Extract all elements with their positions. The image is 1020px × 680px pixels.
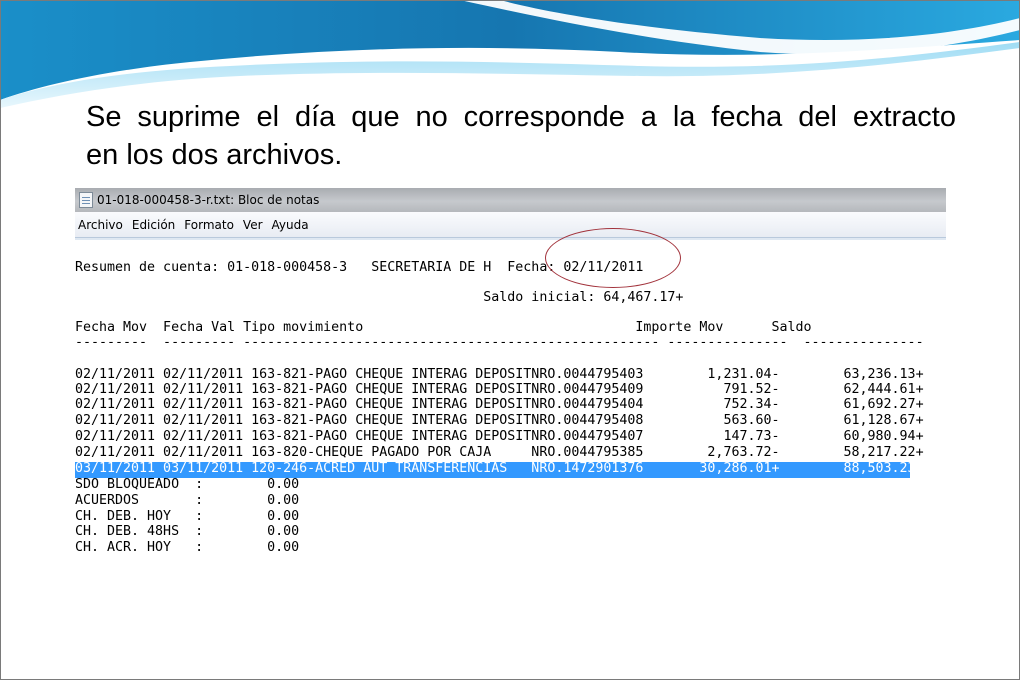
text-line-saldo-inicial: Saldo inicial: 64,467.17+: [75, 290, 684, 305]
text-line-sdo-bloqueado: SDO BLOQUEADO : 0.00: [75, 477, 300, 492]
menu-edicion[interactable]: Edición: [131, 218, 181, 232]
text-line-columns: Fecha Mov Fecha Val Tipo movimiento Impo…: [75, 320, 812, 335]
caption-line-1: Se suprime el día que no corresponde a l…: [86, 101, 956, 133]
menu-ver[interactable]: Ver: [242, 218, 269, 232]
text-line-mov-selected: 03/11/2011 03/11/2011 120-246-ACRED AUT …: [75, 461, 924, 476]
notepad-window: 01-018-000458-3-r.txt: Bloc de notas Arc…: [75, 188, 946, 566]
notepad-title: 01-018-000458-3-r.txt: Bloc de notas: [97, 193, 320, 207]
notepad-text-area[interactable]: Resumen de cuenta: 01-018-000458-3 SECRE…: [75, 240, 946, 565]
text-line-mov-3: 02/11/2011 02/11/2011 163-821-PAGO CHEQU…: [75, 397, 924, 412]
text-line-ch-acr-hoy: CH. ACR. HOY : 0.00: [75, 540, 300, 555]
notepad-menubar: Archivo Edición Formato Ver Ayuda: [75, 212, 946, 238]
text-line-acuerdos: ACUERDOS : 0.00: [75, 493, 300, 508]
notepad-titlebar[interactable]: 01-018-000458-3-r.txt: Bloc de notas: [75, 188, 946, 212]
date-highlight-circle: [545, 228, 681, 288]
text-line-mov-1: 02/11/2011 02/11/2011 163-821-PAGO CHEQU…: [75, 367, 924, 382]
menu-formato[interactable]: Formato: [183, 218, 240, 232]
text-line-ch-deb-48hs: CH. DEB. 48HS : 0.00: [75, 524, 300, 539]
notepad-app-icon[interactable]: [79, 192, 93, 208]
text-line-mov-2: 02/11/2011 02/11/2011 163-821-PAGO CHEQU…: [75, 382, 924, 397]
text-line-ch-deb-hoy: CH. DEB. HOY : 0.00: [75, 509, 300, 524]
menu-ayuda[interactable]: Ayuda: [271, 218, 315, 232]
text-line-mov-6: 02/11/2011 02/11/2011 163-820-CHEQUE PAG…: [75, 445, 924, 460]
text-line-dashes: --------- --------- --------------------…: [75, 335, 924, 350]
menu-archivo[interactable]: Archivo: [77, 218, 129, 232]
text-line-mov-5: 02/11/2011 02/11/2011 163-821-PAGO CHEQU…: [75, 429, 924, 444]
slide-caption: Se suprime el día que no corresponde a l…: [86, 98, 956, 174]
caption-line-2: en los dos archivos.: [86, 139, 343, 171]
text-line-mov-4: 02/11/2011 02/11/2011 163-821-PAGO CHEQU…: [75, 413, 924, 428]
